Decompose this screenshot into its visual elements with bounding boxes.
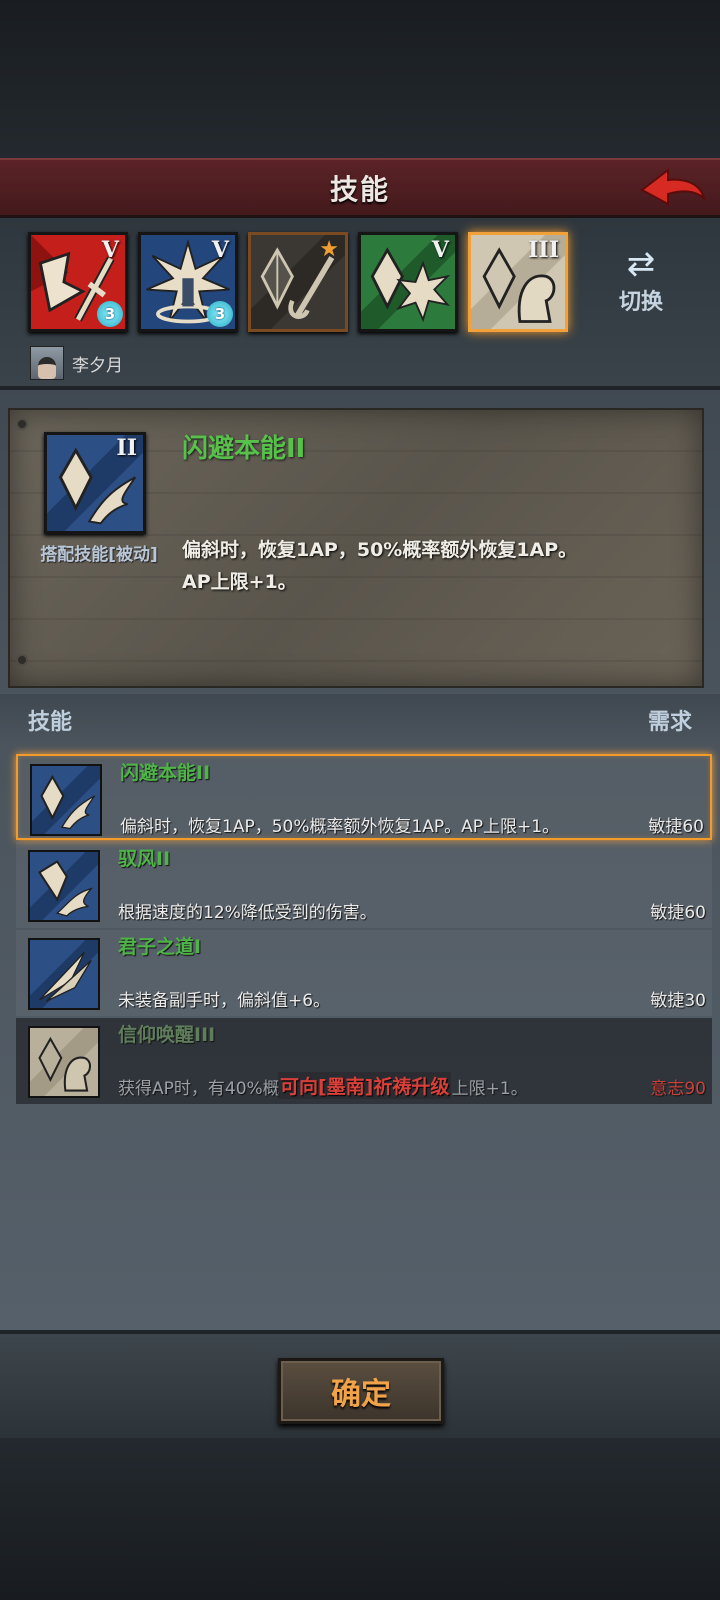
skill-requirement: 敏捷60 — [650, 903, 706, 923]
skill-requirement: 意志90 — [650, 1079, 706, 1099]
skill-requirement: 敏捷30 — [650, 991, 706, 1011]
back-button[interactable] — [638, 164, 708, 216]
bottom-backdrop — [0, 1438, 720, 1600]
title-bar: 技能 — [0, 158, 720, 218]
rivet-icon — [16, 418, 28, 430]
gem-badge: 3 — [97, 301, 123, 327]
rivet-icon — [16, 654, 28, 666]
skill-slot-5[interactable]: III — [468, 232, 568, 332]
skill-name: 驭风II — [118, 848, 171, 870]
gem-wind-blue-icon — [32, 766, 100, 834]
switch-label: 切换 — [618, 290, 663, 315]
skill-slot-2[interactable]: V 3 — [138, 232, 238, 332]
skill-row[interactable]: 驭风II 根据速度的12%降低受到的伤害。 敏捷60 — [16, 842, 712, 928]
switch-button[interactable]: ⇄ 切换 — [606, 244, 676, 324]
skill-description: 偏斜时，恢复1AP，50%概率额外恢复1AP。AP上限+1。 — [120, 817, 560, 837]
skill-detail-card: II 搭配技能[被动] 闪避本能II 偏斜时，恢复1AP，50%概率额外恢复1A… — [8, 408, 704, 688]
description-line: AP上限+1。 — [182, 571, 297, 593]
page-title: 技能 — [329, 172, 390, 206]
gem-faith-icon — [30, 1028, 98, 1096]
skill-description: 根据速度的12%降低受到的伤害。 — [118, 903, 377, 923]
gem-badge: 3 — [207, 301, 233, 327]
column-header-skill: 技能 — [28, 710, 73, 735]
skill-description: 未装备副手时，偏斜值+6。 — [118, 991, 331, 1011]
slot-rank: V — [211, 237, 229, 263]
skill-requirement: 敏捷60 — [648, 817, 704, 837]
star-icon: ★ — [319, 237, 339, 262]
skill-slot-1[interactable]: V 3 — [28, 232, 128, 332]
skill-slot-4[interactable]: V — [358, 232, 458, 332]
skill-name: 信仰唤醒III — [118, 1024, 216, 1046]
detail-skill-name: 闪避本能II — [182, 434, 306, 464]
top-backdrop — [0, 0, 720, 158]
feather-blades-icon — [30, 940, 98, 1008]
skill-icon — [28, 850, 100, 922]
avatar — [30, 346, 64, 380]
detail-skill-icon: II — [44, 432, 146, 534]
skill-icon — [28, 938, 100, 1010]
slot-rank: V — [101, 237, 119, 263]
shield-wind-icon — [30, 852, 98, 920]
back-arrow-icon — [640, 167, 706, 206]
detail-rank: II — [116, 435, 137, 461]
skill-icon — [30, 764, 102, 836]
swap-arrows-icon: ⇄ — [626, 244, 656, 284]
skill-row[interactable]: 君子之道I 未装备副手时，偏斜值+6。 敏捷30 — [16, 930, 712, 1016]
character-tag: 李夕月 — [30, 346, 123, 380]
description-line: 偏斜时，恢复1AP，50%概率额外恢复1AP。 — [182, 539, 578, 561]
skill-name: 君子之道I — [118, 936, 202, 958]
skill-row[interactable]: 闪避本能II 偏斜时，恢复1AP，50%概率额外恢复1AP。AP上限+1。 敏捷… — [16, 754, 712, 840]
upgrade-hint: 可向[墨南]祈祷升级 — [278, 1072, 452, 1099]
slot-rank: V — [431, 237, 449, 263]
confirm-label: 确定 — [331, 1377, 391, 1412]
column-header-requirement: 需求 — [647, 710, 692, 735]
confirm-button[interactable]: 确定 — [278, 1358, 444, 1424]
skill-type-label: 搭配技能[被动] — [40, 545, 158, 565]
skill-list-header: 技能 需求 — [0, 694, 720, 744]
skill-slot-3[interactable]: ★ — [248, 232, 348, 332]
skill-icon — [28, 1026, 100, 1098]
detail-skill-description: 偏斜时，恢复1AP，50%概率额外恢复1AP。 AP上限+1。 — [182, 534, 682, 598]
character-name: 李夕月 — [72, 355, 123, 376]
slot-rank: III — [528, 237, 559, 263]
skill-name: 闪避本能II — [120, 762, 211, 784]
skill-row-locked[interactable]: 信仰唤醒III 获得AP时，有40%概 上限+1。 可向[墨南]祈祷升级 意志90 — [16, 1018, 712, 1104]
